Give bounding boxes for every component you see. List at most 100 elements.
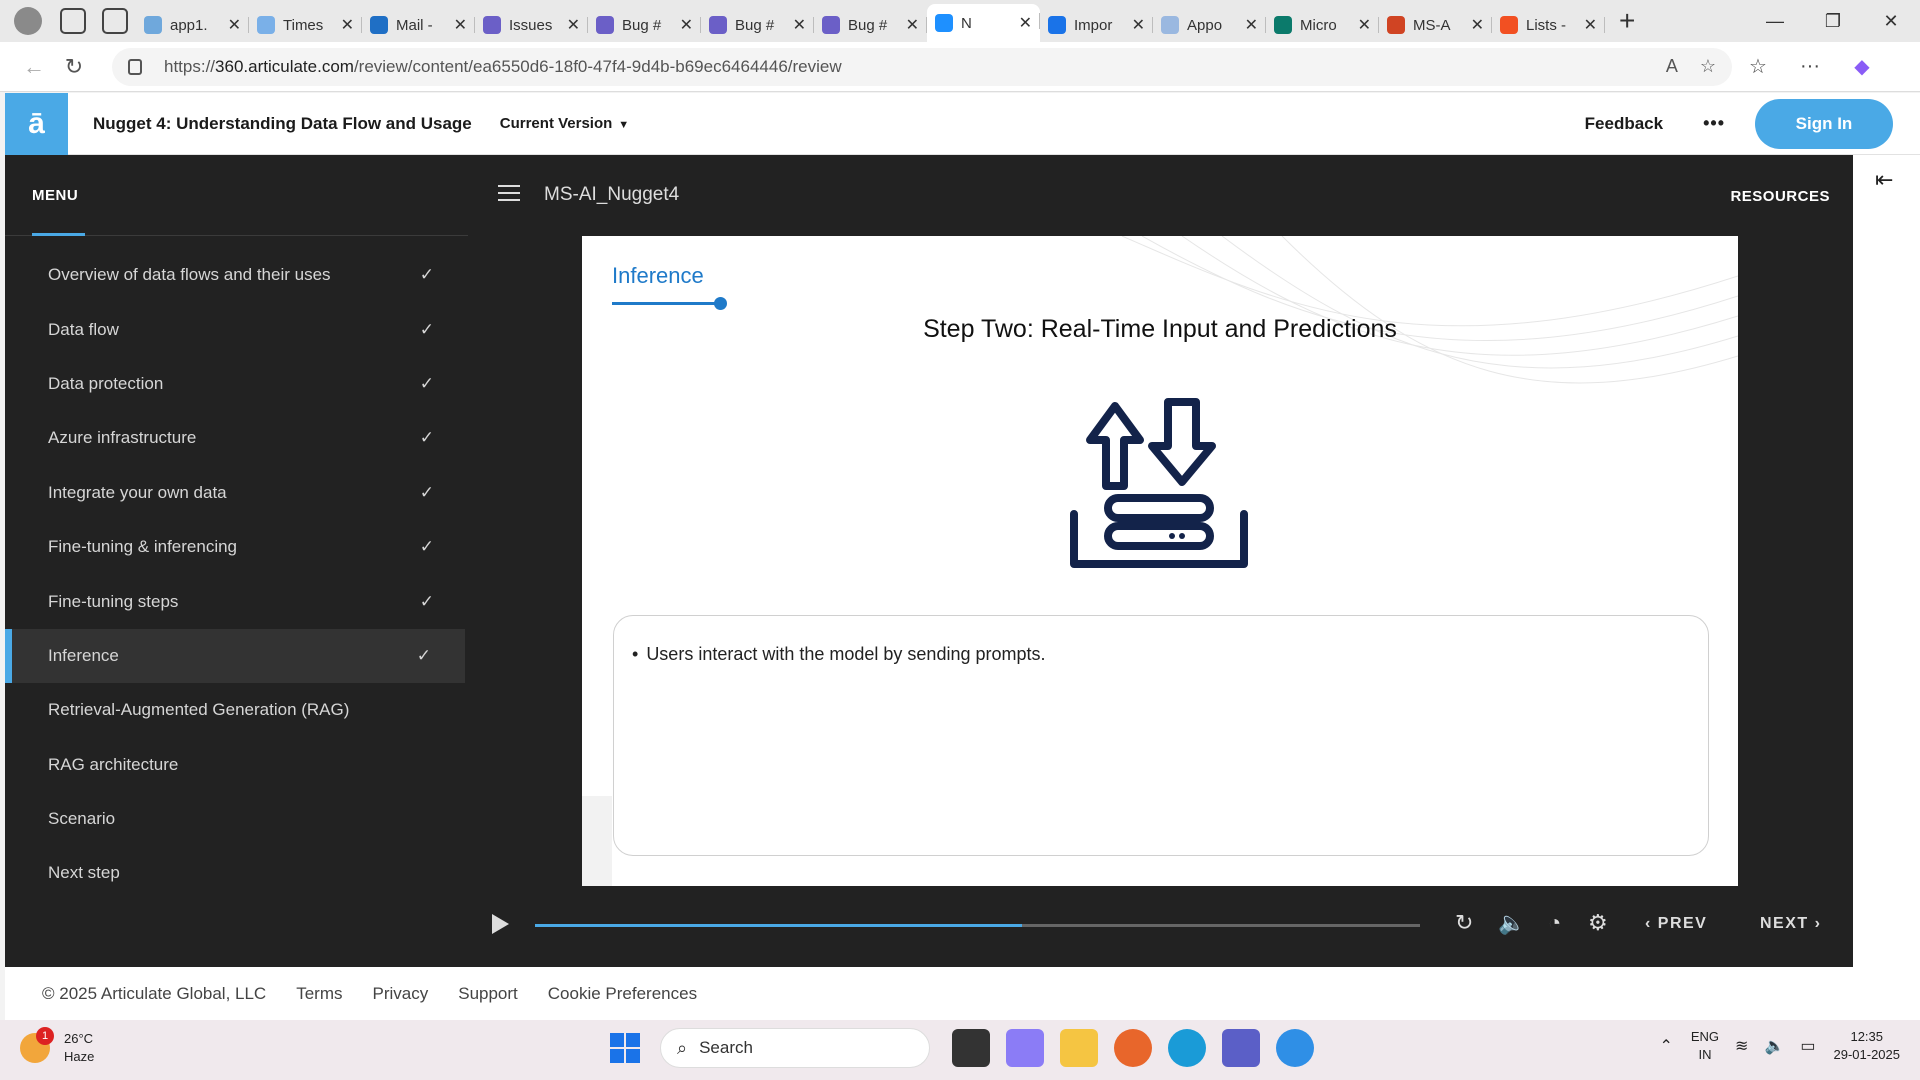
tab-actions-icon[interactable] <box>102 8 128 34</box>
feedback-button[interactable]: Feedback <box>1585 114 1663 134</box>
minimize-button[interactable]: — <box>1746 0 1804 42</box>
replay-icon[interactable]: ↻ <box>1455 910 1473 936</box>
lock-icon[interactable] <box>128 58 142 75</box>
hamburger-menu-icon[interactable] <box>498 185 520 206</box>
browser-tab[interactable]: Mail - ✕ <box>362 8 475 42</box>
sign-in-button[interactable]: Sign In <box>1755 98 1893 149</box>
edge-icon[interactable] <box>1168 1029 1206 1067</box>
browser-tab[interactable]: Appo ✕ <box>1153 8 1266 42</box>
menu-item-label: Integrate your own data <box>48 482 227 502</box>
menu-item[interactable]: Overview of data flows and their uses ✓ <box>5 248 468 302</box>
tab-close-icon[interactable]: ✕ <box>567 15 580 35</box>
browser-tab[interactable]: Bug # ✕ <box>701 8 814 42</box>
volume-icon[interactable]: 🔈 <box>1498 910 1525 936</box>
speaker-icon[interactable]: 🔈 <box>1764 1036 1784 1056</box>
tab-close-icon[interactable]: ✕ <box>454 15 467 35</box>
file-explorer-icon[interactable] <box>1060 1029 1098 1067</box>
back-button[interactable]: ← <box>14 54 54 80</box>
browser-tab[interactable]: MS-A ✕ <box>1379 8 1492 42</box>
wifi-icon[interactable]: ≋ <box>1735 1036 1748 1056</box>
captions-icon[interactable]: ◔ <box>1548 910 1561 936</box>
menu-item[interactable]: Scenario <box>5 792 468 846</box>
tab-close-icon[interactable]: ✕ <box>1132 15 1145 35</box>
course-title: Nugget 4: Understanding Data Flow and Us… <box>93 113 472 133</box>
taskbar-search[interactable]: ⌕ Search <box>660 1028 930 1068</box>
tag-dot <box>714 297 727 310</box>
battery-icon[interactable]: ▭ <box>1800 1036 1815 1056</box>
prev-button[interactable]: ‹ PREV <box>1645 915 1707 933</box>
footer-link-privacy[interactable]: Privacy <box>373 984 429 1004</box>
new-tab-button[interactable]: + <box>1619 5 1635 37</box>
copilot-app-icon[interactable] <box>1006 1029 1044 1067</box>
footer-link-terms[interactable]: Terms <box>296 984 342 1004</box>
tab-close-icon[interactable]: ✕ <box>341 15 354 35</box>
quick-assist-icon[interactable] <box>1276 1029 1314 1067</box>
footer-link-support[interactable]: Support <box>458 984 518 1004</box>
tab-close-icon[interactable]: ✕ <box>793 15 806 35</box>
tab-close-icon[interactable]: ✕ <box>680 15 693 35</box>
copilot-icon[interactable]: ◆ <box>1836 54 1888 79</box>
weather-widget[interactable]: 1 26°C Haze <box>20 1027 94 1066</box>
menu-item[interactable]: Azure infrastructure ✓ <box>5 411 468 465</box>
seek-bar[interactable] <box>535 924 1420 927</box>
clock[interactable]: 12:35 29-01-2025 <box>1834 1028 1901 1064</box>
tab-close-icon[interactable]: ✕ <box>1471 15 1484 35</box>
browser-tab[interactable]: app1. ✕ <box>136 8 249 42</box>
tab-close-icon[interactable]: ✕ <box>906 15 919 35</box>
language-indicator[interactable]: ENG IN <box>1691 1028 1719 1064</box>
slide-heading: Step Two: Real-Time Input and Prediction… <box>923 315 1397 343</box>
tab-favicon-icon <box>1274 16 1292 34</box>
version-dropdown[interactable]: Current Version ▼ <box>500 115 629 132</box>
refresh-button[interactable]: ↻ <box>54 54 94 80</box>
teams-icon[interactable] <box>1222 1029 1260 1067</box>
browser-tab[interactable]: N ✕ <box>927 4 1040 42</box>
menu-item[interactable]: Inference ✓ <box>5 628 465 684</box>
browser-tab[interactable]: Lists - ✕ <box>1492 8 1605 42</box>
chevron-up-icon[interactable]: ⌃ <box>1659 1036 1672 1056</box>
play-icon[interactable] <box>492 914 509 934</box>
settings-more-icon[interactable]: ··· <box>1784 55 1836 78</box>
next-button[interactable]: NEXT › <box>1760 915 1821 933</box>
tab-close-icon[interactable]: ✕ <box>1245 15 1258 35</box>
address-bar[interactable]: https:// 360.articulate.com /review/cont… <box>112 47 1732 86</box>
restore-button[interactable]: ❐ <box>1804 0 1862 42</box>
collapse-panel-icon[interactable]: ⇤ <box>1875 167 1893 193</box>
menu-item[interactable]: Retrieval-Augmented Generation (RAG) <box>5 683 468 737</box>
browser-tab[interactable]: Micro ✕ <box>1266 8 1379 42</box>
tab-close-icon[interactable]: ✕ <box>1584 15 1597 35</box>
menu-item[interactable]: RAG architecture <box>5 738 468 792</box>
menu-item[interactable]: Integrate your own data ✓ <box>5 466 468 520</box>
settings-gear-icon[interactable]: ⚙ <box>1588 910 1608 936</box>
task-view-icon[interactable] <box>952 1029 990 1067</box>
tab-close-icon[interactable]: ✕ <box>1358 15 1371 35</box>
player-title: MS-AI_Nugget4 <box>544 184 680 205</box>
browser-tab[interactable]: Bug # ✕ <box>588 8 701 42</box>
tag-underline <box>612 302 722 305</box>
footer-link-cookie-preferences[interactable]: Cookie Preferences <box>548 984 697 1004</box>
profile-avatar[interactable] <box>14 7 42 35</box>
tab-close-icon[interactable]: ✕ <box>1019 13 1032 33</box>
menu-item[interactable]: Fine-tuning & inferencing ✓ <box>5 520 468 574</box>
menu-item[interactable]: Data protection ✓ <box>5 357 468 411</box>
menu-item-label: Inference <box>48 645 119 665</box>
read-aloud-icon[interactable]: A <box>1666 56 1678 77</box>
browser-tab[interactable]: Times ✕ <box>249 8 362 42</box>
menu-item[interactable]: Fine-tuning steps ✓ <box>5 574 468 628</box>
workspaces-icon[interactable] <box>60 8 86 34</box>
favorite-star-icon[interactable]: ☆ <box>1700 56 1716 77</box>
articulate-logo[interactable]: ā <box>5 92 68 155</box>
more-options-icon[interactable]: ••• <box>1703 113 1725 134</box>
close-window-button[interactable]: ✕ <box>1862 0 1920 42</box>
windows-start-icon[interactable] <box>610 1033 640 1063</box>
menu-item[interactable]: Data flow ✓ <box>5 302 468 356</box>
favorites-icon[interactable]: ☆ <box>1732 54 1784 79</box>
menu-item[interactable]: Next step <box>5 846 468 900</box>
browser-tab[interactable]: Issues ✕ <box>475 8 588 42</box>
firefox-icon[interactable] <box>1114 1029 1152 1067</box>
browser-tab[interactable]: Bug # ✕ <box>814 8 927 42</box>
resources-button[interactable]: RESOURCES <box>1730 188 1830 205</box>
browser-tab[interactable]: Impor ✕ <box>1040 8 1153 42</box>
checkmark-icon: ✓ <box>419 482 434 502</box>
menu-tab[interactable]: MENU <box>5 155 468 236</box>
tab-close-icon[interactable]: ✕ <box>228 15 241 35</box>
